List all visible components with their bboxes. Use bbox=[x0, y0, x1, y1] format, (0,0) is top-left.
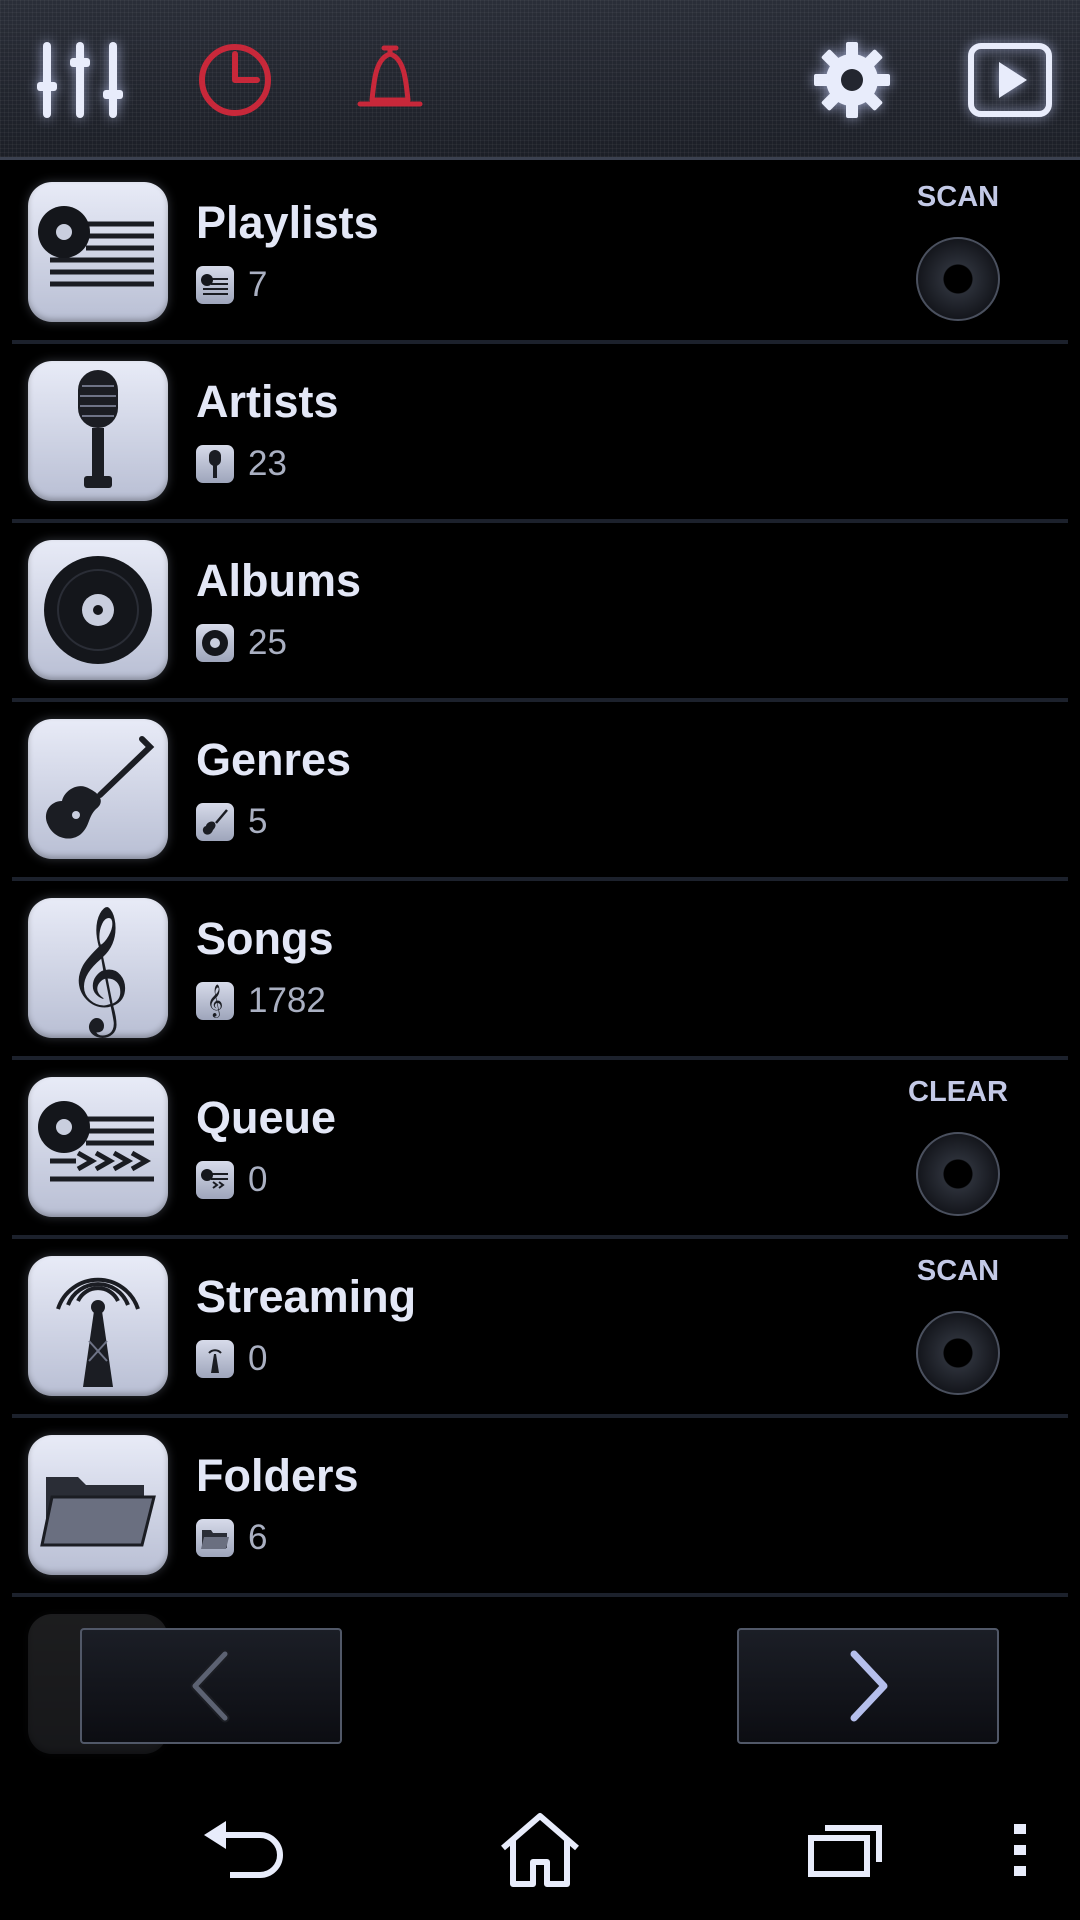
recent-apps-icon[interactable] bbox=[790, 1800, 900, 1900]
disc-mini-icon bbox=[196, 624, 234, 662]
music-library-screen: Playlists 7 SCAN Artists 23 Albums 25 Ge… bbox=[0, 0, 1080, 1920]
list-item-albums[interactable]: Albums 25 bbox=[12, 523, 1068, 702]
guitar-mini-icon bbox=[196, 803, 234, 841]
item-count-value: 0 bbox=[248, 1160, 268, 1199]
top-toolbar bbox=[0, 0, 1080, 160]
timer-icon[interactable] bbox=[185, 30, 285, 130]
item-title: Genres bbox=[196, 734, 352, 785]
item-title: Albums bbox=[196, 555, 362, 606]
antenna-mini-icon bbox=[196, 1340, 234, 1378]
playlist-mini-icon bbox=[196, 266, 234, 304]
guitar-icon bbox=[28, 719, 168, 859]
folder-icon bbox=[28, 1435, 168, 1575]
item-count: 23 bbox=[196, 444, 287, 484]
item-count-value: 5 bbox=[248, 802, 268, 841]
back-icon[interactable] bbox=[190, 1800, 300, 1900]
item-title: Streaming bbox=[196, 1271, 417, 1322]
item-count: 0 bbox=[196, 1160, 267, 1200]
prev-page-button[interactable] bbox=[80, 1628, 342, 1744]
item-title: Queue bbox=[196, 1092, 337, 1143]
scan-button[interactable] bbox=[916, 237, 1000, 321]
now-playing-icon[interactable] bbox=[960, 30, 1060, 130]
queue-mini-icon bbox=[196, 1161, 234, 1199]
item-title: Folders bbox=[196, 1450, 359, 1501]
item-title: Songs bbox=[196, 913, 334, 964]
chevron-right-icon bbox=[850, 1650, 888, 1722]
library-list: Playlists 7 SCAN Artists 23 Albums 25 Ge… bbox=[0, 165, 1080, 1754]
overflow-menu-icon[interactable] bbox=[990, 1800, 1050, 1900]
list-item-folders[interactable]: Folders 6 bbox=[12, 1418, 1068, 1597]
antenna-icon bbox=[28, 1256, 168, 1396]
item-count-value: 25 bbox=[248, 623, 287, 662]
item-title: Artists bbox=[196, 376, 339, 427]
item-count-value: 1782 bbox=[248, 981, 326, 1020]
list-item-playlists[interactable]: Playlists 7 SCAN bbox=[12, 165, 1068, 344]
settings-gear-icon[interactable] bbox=[802, 30, 902, 130]
item-title: Playlists bbox=[196, 197, 379, 248]
item-count: 25 bbox=[196, 623, 287, 663]
scan-button[interactable] bbox=[916, 1311, 1000, 1395]
list-item-songs[interactable]: 𝄞 Songs 𝄞 1782 bbox=[12, 881, 1068, 1060]
scan-label: SCAN bbox=[916, 1255, 1000, 1287]
home-icon[interactable] bbox=[485, 1800, 595, 1900]
treble-clef-icon: 𝄞 bbox=[28, 898, 168, 1038]
queue-icon bbox=[28, 1077, 168, 1217]
item-count: 𝄞 1782 bbox=[196, 981, 326, 1021]
list-item-streaming[interactable]: Streaming 0 SCAN bbox=[12, 1239, 1068, 1418]
clear-button[interactable] bbox=[916, 1132, 1000, 1216]
playlist-icon bbox=[28, 182, 168, 322]
folder-mini-icon bbox=[196, 1519, 234, 1557]
item-count: 0 bbox=[196, 1339, 267, 1379]
item-count-value: 23 bbox=[248, 444, 287, 483]
item-count-value: 7 bbox=[248, 265, 268, 304]
list-item-genres[interactable]: Genres 5 bbox=[12, 702, 1068, 881]
chevron-left-icon bbox=[190, 1649, 230, 1723]
item-count: 5 bbox=[196, 802, 267, 842]
microphone-mini-icon bbox=[196, 445, 234, 483]
microphone-icon bbox=[28, 361, 168, 501]
item-count: 7 bbox=[196, 265, 267, 305]
item-count-value: 0 bbox=[248, 1339, 268, 1378]
alarm-bell-icon[interactable] bbox=[340, 30, 440, 130]
list-item-artists[interactable]: Artists 23 bbox=[12, 344, 1068, 523]
scan-label: SCAN bbox=[916, 181, 1000, 213]
item-count-value: 6 bbox=[248, 1518, 268, 1557]
equalizer-icon[interactable] bbox=[30, 30, 130, 130]
next-page-button[interactable] bbox=[737, 1628, 999, 1744]
item-count: 6 bbox=[196, 1518, 267, 1558]
system-navigation-bar bbox=[0, 1780, 1080, 1920]
clear-label: CLEAR bbox=[908, 1076, 1008, 1108]
disc-icon bbox=[28, 540, 168, 680]
treble-clef-mini-icon: 𝄞 bbox=[196, 982, 234, 1020]
list-item-queue[interactable]: Queue 0 CLEAR bbox=[12, 1060, 1068, 1239]
